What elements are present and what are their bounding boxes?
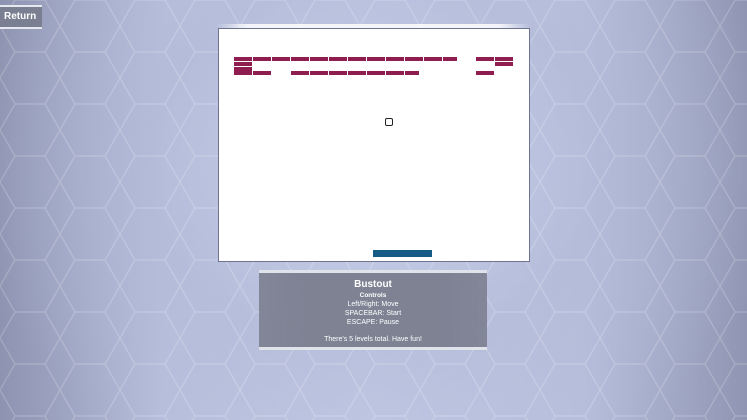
control-start: SPACEBAR: Start	[344, 310, 402, 317]
brick	[476, 71, 495, 75]
ball-icon	[385, 118, 393, 126]
brick	[405, 57, 424, 61]
brick	[386, 57, 405, 61]
brick	[329, 57, 348, 61]
game-canvas[interactable]	[218, 28, 530, 262]
brick	[405, 71, 420, 75]
return-button[interactable]: Return	[0, 5, 42, 29]
brick	[367, 57, 386, 61]
brick	[253, 71, 272, 75]
brick	[234, 57, 253, 61]
brick	[291, 57, 310, 61]
brick	[234, 62, 253, 66]
brick	[495, 62, 514, 66]
brick	[495, 57, 514, 61]
paddle[interactable]	[373, 250, 432, 257]
brick	[253, 57, 272, 61]
brick	[310, 57, 329, 61]
brick	[329, 71, 348, 75]
game-info-panel: Bustout Controls Left/Right: Move SPACEB…	[259, 270, 487, 350]
brick	[348, 71, 367, 75]
game-title: Bustout	[354, 279, 392, 290]
levels-note: There's 5 levels total. Have fun!	[324, 336, 422, 343]
brick	[272, 57, 291, 61]
brick	[310, 71, 329, 75]
controls-heading: Controls	[359, 292, 387, 299]
brick	[291, 71, 310, 75]
brick	[234, 71, 253, 75]
brick	[476, 57, 495, 61]
brick	[386, 71, 405, 75]
brick	[443, 57, 458, 61]
control-move: Left/Right: Move	[347, 301, 399, 308]
brick	[424, 57, 443, 61]
control-pause: ESCAPE: Pause	[346, 319, 400, 326]
brick	[348, 57, 367, 61]
brick	[367, 71, 386, 75]
